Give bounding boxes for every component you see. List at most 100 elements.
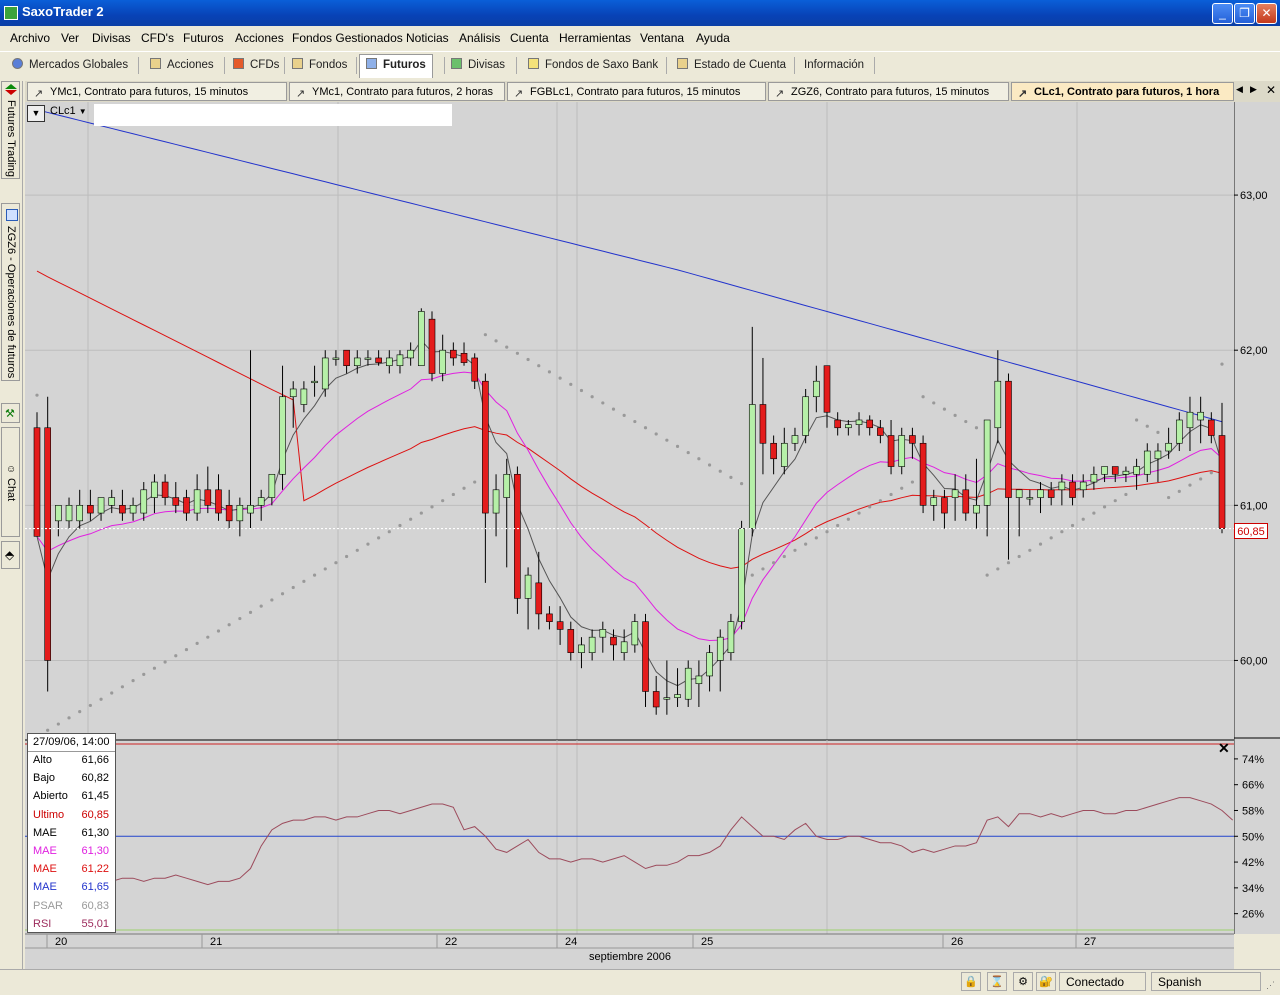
candle-body[interactable] <box>450 349 457 359</box>
candle-body[interactable] <box>610 636 617 646</box>
candle-body[interactable] <box>845 424 852 429</box>
candle-body[interactable] <box>1154 450 1162 460</box>
candle-body[interactable] <box>353 357 361 367</box>
candle-body[interactable] <box>1208 419 1215 436</box>
candle-body[interactable] <box>780 442 788 467</box>
candle-body[interactable] <box>396 354 404 367</box>
candle-body[interactable] <box>1101 466 1108 475</box>
candle-body[interactable] <box>994 380 1002 429</box>
chart-tab[interactable]: ↗ FGBLc1, Contrato para futuros, 15 minut… <box>507 82 766 101</box>
candle-body[interactable] <box>1218 435 1226 529</box>
collapse-arrows-icon[interactable] <box>5 84 17 95</box>
candle-body[interactable] <box>556 621 564 630</box>
menu-item[interactable]: Herramientas <box>559 31 631 45</box>
candle-body[interactable] <box>1005 380 1012 498</box>
candle-body[interactable] <box>1122 470 1130 475</box>
tab-futuros[interactable]: Futuros <box>359 54 433 78</box>
candle-body[interactable] <box>834 419 841 429</box>
candle-body[interactable] <box>1058 481 1066 491</box>
tab-scroll-left-icon[interactable]: ◀ <box>1236 84 1243 95</box>
candle-body[interactable] <box>535 582 543 615</box>
candle-body[interactable] <box>578 644 585 653</box>
candle-body[interactable] <box>930 497 938 506</box>
candle-body[interactable] <box>855 419 863 425</box>
candle-body[interactable] <box>1175 419 1183 444</box>
candle-body[interactable] <box>247 505 254 514</box>
candle-body[interactable] <box>279 396 286 475</box>
candle-body[interactable] <box>87 505 94 514</box>
candle-body[interactable] <box>364 357 372 360</box>
candle-body[interactable] <box>1047 489 1055 498</box>
candle-body[interactable] <box>1090 473 1098 483</box>
candle-body[interactable] <box>716 636 724 661</box>
candle-body[interactable] <box>1111 466 1119 475</box>
candle-body[interactable] <box>215 489 222 514</box>
candle-body[interactable] <box>866 419 874 429</box>
candle-body[interactable] <box>1079 481 1087 491</box>
candle-body[interactable] <box>973 505 980 514</box>
hourglass-icon[interactable]: ⌛ <box>987 972 1007 991</box>
candle-body[interactable] <box>1186 411 1194 429</box>
candle-body[interactable] <box>108 497 116 506</box>
minimize-button[interactable]: _ <box>1212 3 1233 24</box>
candle-body[interactable] <box>941 497 948 514</box>
candle-body[interactable] <box>428 318 436 374</box>
candle-body[interactable] <box>1026 497 1034 500</box>
candle-body[interactable] <box>204 489 212 506</box>
candle-body[interactable] <box>738 528 745 622</box>
candle-body[interactable] <box>1197 411 1204 421</box>
candle-body[interactable] <box>1165 442 1172 452</box>
menu-item[interactable]: Análisis <box>459 31 500 45</box>
candle-body[interactable] <box>492 489 500 514</box>
candle-body[interactable] <box>620 641 628 653</box>
candle-body[interactable] <box>97 497 105 514</box>
candle-body[interactable] <box>407 349 414 359</box>
symbol-selector[interactable]: CLc1 ▼ <box>50 105 87 117</box>
menu-item[interactable]: Archivo <box>10 31 50 45</box>
resize-grip-icon[interactable]: ⋰ <box>1266 980 1275 991</box>
candle-body[interactable] <box>418 311 425 367</box>
close-button[interactable]: ✕ <box>1256 3 1277 24</box>
candle-body[interactable] <box>183 497 190 514</box>
menu-item[interactable]: Acciones <box>235 31 284 45</box>
candle-body[interactable] <box>55 505 62 522</box>
candle-body[interactable] <box>514 473 521 599</box>
tab-mercados-globales[interactable]: Mercados Globales <box>12 55 128 75</box>
candle-body[interactable] <box>140 489 148 514</box>
candle-body[interactable] <box>791 435 799 444</box>
tab-acciones[interactable]: Acciones <box>150 55 214 75</box>
menu-item[interactable]: Noticias <box>406 31 449 45</box>
side-tab-futures-trading[interactable]: Futures Trading <box>1 81 20 179</box>
side-tab-zgz6-operations[interactable]: ZGZ6 - Operaciones de futuros <box>1 203 20 381</box>
candle-body[interactable] <box>631 621 639 646</box>
candle-body[interactable] <box>129 505 137 514</box>
candle-body[interactable] <box>321 357 329 390</box>
close-indicator-icon[interactable]: ✕ <box>1218 740 1230 757</box>
candle-body[interactable] <box>652 691 660 708</box>
candle-body[interactable] <box>898 435 906 467</box>
candle-body[interactable] <box>503 473 511 498</box>
candle-body[interactable] <box>1133 466 1140 475</box>
chart-tab[interactable]: ↗ CLc1, Contrato para futuros, 1 hora <box>1011 82 1234 101</box>
candle-body[interactable] <box>674 694 681 698</box>
candle-body[interactable] <box>460 352 468 363</box>
candle-body[interactable] <box>759 404 767 444</box>
price-chart[interactable]: 20 21 22 24 25 26 27 septiembre 2006 <box>25 102 1234 969</box>
candle-body[interactable] <box>599 629 607 638</box>
candle-body[interactable] <box>546 613 553 622</box>
candle-body[interactable] <box>1143 450 1151 475</box>
candle-body[interactable] <box>1015 489 1023 498</box>
menu-item[interactable]: CFD's <box>141 31 174 45</box>
candle-body[interactable] <box>962 489 970 514</box>
candle-body[interactable] <box>695 675 703 685</box>
candle-body[interactable] <box>193 489 201 514</box>
symbol-input[interactable] <box>94 104 452 126</box>
candle-body[interactable] <box>172 497 180 506</box>
chart-tab[interactable]: ↗ YMc1, Contrato para futuros, 15 minutos <box>27 82 287 101</box>
side-tab-ticket[interactable]: ⬘ <box>1 541 20 569</box>
candle-body[interactable] <box>983 419 991 506</box>
candle-body[interactable] <box>684 667 692 700</box>
candle-body[interactable] <box>119 505 126 514</box>
candle-body[interactable] <box>770 442 777 460</box>
candle-body[interactable] <box>482 380 489 514</box>
